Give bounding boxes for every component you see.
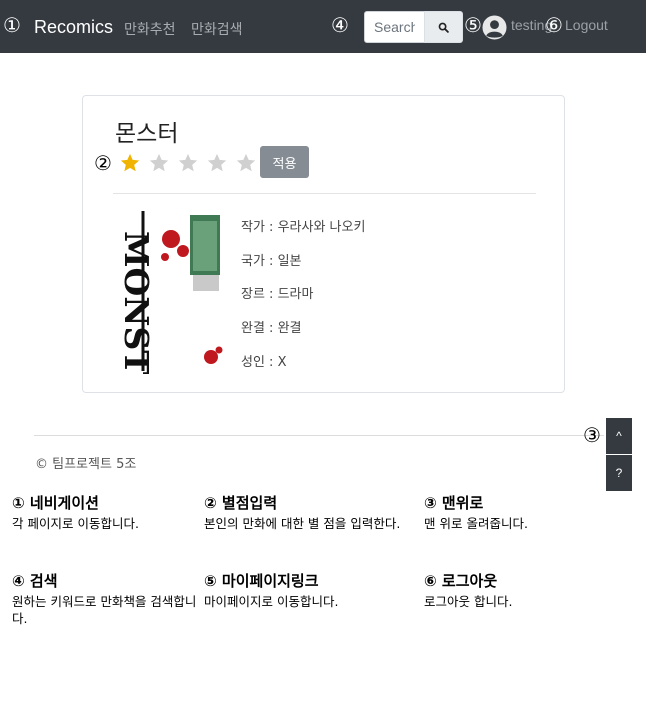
footer-divider — [34, 435, 604, 436]
nav-link-search[interactable]: 만화검색 — [191, 19, 243, 39]
logout-link[interactable]: Logout — [565, 17, 608, 33]
navbar: ① Recomics 만화추천 만화검색 ④ ⑤ testing ⑥ Logou… — [0, 0, 646, 53]
cover-title-text: MONSTER — [117, 231, 156, 374]
brand-logo[interactable]: Recomics — [34, 17, 113, 38]
legend-desc: 각 페이지로 이동합니다. — [12, 516, 139, 531]
scroll-top-button[interactable]: ^ — [606, 418, 632, 454]
legend-search: ④ 검색 원하는 키워드로 만화책을 검색합니다. — [12, 570, 197, 627]
legend-desc: 마이페이지로 이동합니다. — [204, 594, 339, 609]
help-button[interactable]: ? — [606, 455, 632, 491]
marker-mypage: ⑤ — [464, 13, 482, 37]
comic-card: 몬스터 ② 적용 MONSTER 작가 : 우라사와 나오키 국가 : 일본 장… — [82, 95, 565, 393]
star-icon[interactable] — [231, 148, 260, 177]
apply-rating-button[interactable]: 적용 — [260, 146, 309, 178]
legend-title: ③ 맨위로 — [424, 494, 484, 512]
search-input[interactable] — [364, 11, 425, 43]
info-genre: 장르 : 드라마 — [241, 287, 314, 302]
search-button[interactable] — [424, 11, 463, 43]
marker-search: ④ — [331, 13, 349, 37]
legend-title: ⑥ 로그아웃 — [424, 572, 498, 590]
legend-rating: ② 별점입력 본인의 만화에 대한 별 점을 입력한다. — [204, 492, 414, 532]
legend-title: ② 별점입력 — [204, 494, 278, 512]
comic-title: 몬스터 — [115, 121, 179, 147]
marker-top: ③ — [583, 423, 601, 447]
star-icon[interactable] — [115, 148, 144, 177]
copyright-text: © 팀프로젝트 5조 — [35, 457, 137, 472]
legend-title: ① 네비게이션 — [12, 494, 99, 512]
legend-logout: ⑥ 로그아웃 로그아웃 합니다. — [424, 570, 624, 610]
marker-logout: ⑥ — [545, 13, 563, 37]
user-avatar-icon[interactable] — [482, 15, 507, 40]
legend-title: ⑤ 마이페이지링크 — [204, 572, 319, 590]
info-completion: 완결 : 완결 — [241, 321, 302, 336]
legend-desc: 로그아웃 합니다. — [424, 594, 513, 609]
legend-desc: 맨 위로 올려줍니다. — [424, 516, 528, 531]
marker-navigation: ① — [3, 13, 21, 37]
legend-desc: 본인의 만화에 대한 별 점을 입력한다. — [204, 516, 401, 531]
info-adult: 성인 : X — [241, 355, 287, 370]
card-divider — [113, 193, 536, 194]
legend-title: ④ 검색 — [12, 572, 58, 590]
info-country: 국가 : 일본 — [241, 254, 302, 269]
comic-cover-image: MONSTER — [113, 209, 223, 374]
nav-link-recommend[interactable]: 만화추천 — [124, 19, 176, 39]
legend-navigation: ① 네비게이션 각 페이지로 이동합니다. — [12, 492, 202, 532]
search-icon — [438, 22, 449, 33]
star-icon[interactable] — [144, 148, 173, 177]
star-icon[interactable] — [173, 148, 202, 177]
star-rating[interactable] — [115, 148, 260, 177]
legend-top: ③ 맨위로 맨 위로 올려줍니다. — [424, 492, 624, 532]
legend-desc: 원하는 키워드로 만화책을 검색합니다. — [12, 594, 197, 626]
info-author: 작가 : 우라사와 나오키 — [241, 220, 366, 235]
star-icon[interactable] — [202, 148, 231, 177]
legend-mypage: ⑤ 마이페이지링크 마이페이지로 이동합니다. — [204, 570, 414, 610]
marker-rating: ② — [94, 151, 112, 175]
